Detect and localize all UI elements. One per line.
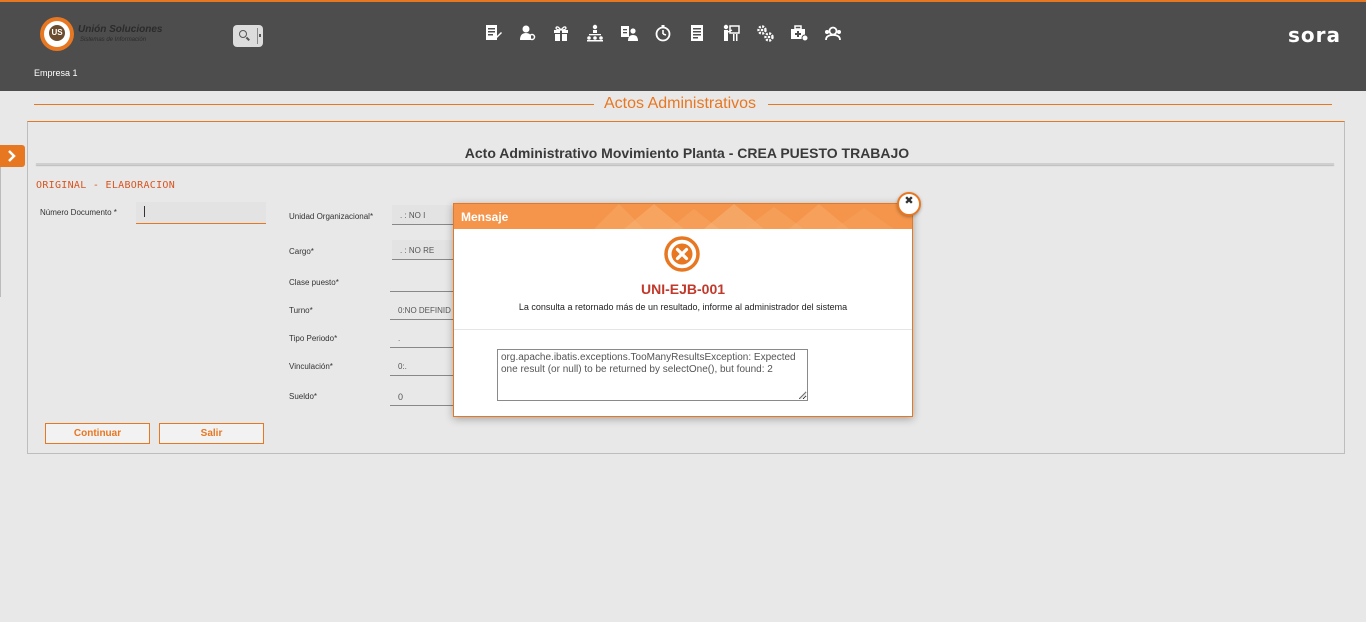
users-group-icon[interactable] [823, 23, 843, 43]
divider [36, 163, 1334, 165]
unidad-organizacional-label: Unidad Organizacional* [289, 212, 374, 221]
logo-subtitle: Sistemas de Información [80, 37, 147, 43]
error-code: UNI-EJB-001 [640, 281, 726, 297]
sidebar-toggle-button[interactable] [0, 145, 25, 167]
phase-label: ORIGINAL - ELABORACION [36, 180, 176, 191]
section-title: Actos Administrativos [34, 95, 1332, 115]
continuar-button[interactable]: Continuar [45, 423, 150, 444]
sueldo-input[interactable]: 0 [390, 386, 454, 406]
top-bar: US Unión Soluciones Sistemas de Informac… [0, 0, 1366, 91]
sueldo-label: Sueldo* [289, 392, 318, 401]
cargo-select[interactable]: . : NO RE [392, 240, 454, 260]
company-name[interactable]: Empresa 1 [34, 68, 78, 78]
numero-documento-label: Número Documento * [40, 208, 117, 217]
divider [768, 104, 1332, 105]
close-dialog-button[interactable]: ✖ [897, 192, 921, 216]
close-icon: ✖ [904, 194, 914, 207]
vinculacion-label: Vinculación* [289, 362, 333, 371]
union-soluciones-logo[interactable]: US Unión Soluciones Sistemas de Informac… [40, 17, 180, 53]
logo-mark: US [49, 25, 65, 41]
error-message: La consulta a retornado más de un result… [518, 302, 848, 312]
header-pattern [594, 204, 894, 229]
medical-case-icon[interactable] [789, 23, 809, 43]
user-id-icon[interactable] [619, 23, 639, 43]
error-detail-text: org.apache.ibatis.exceptions.TooManyResu… [501, 352, 796, 375]
unidad-organizacional-select[interactable]: . : NO I [392, 205, 454, 225]
divider [257, 28, 258, 44]
document-edit-icon[interactable] [483, 23, 503, 43]
dialog-header[interactable]: Mensaje [454, 204, 912, 229]
error-detail-textarea[interactable]: org.apache.ibatis.exceptions.TooManyResu… [497, 349, 808, 401]
dialog-title: Mensaje [461, 210, 509, 224]
cargo-label: Cargo* [289, 247, 314, 256]
resize-grip-icon[interactable] [799, 392, 806, 399]
org-chart-icon[interactable] [585, 23, 605, 43]
turno-select[interactable]: 0:NO DEFINID [390, 300, 454, 320]
gears-icon[interactable] [755, 23, 775, 43]
search-button[interactable] [233, 25, 263, 47]
text-cursor [144, 206, 145, 217]
search-icon [239, 30, 247, 38]
salir-button[interactable]: Salir [159, 423, 264, 444]
form-title: Acto Administrativo Movimiento Planta - … [464, 145, 910, 161]
report-icon[interactable] [687, 23, 707, 43]
section-title-text: Actos Administrativos [604, 95, 757, 112]
chevron-right-icon [8, 150, 16, 162]
user-settings-icon[interactable] [517, 23, 537, 43]
training-icon[interactable] [721, 23, 741, 43]
turno-label: Turno* [289, 306, 313, 315]
sora-brand-logo: sora [1288, 23, 1342, 47]
divider [34, 104, 594, 105]
dropdown-indicator [259, 34, 261, 37]
logo-title: Unión Soluciones [78, 24, 163, 35]
numero-documento-input[interactable] [136, 202, 266, 224]
clase-puesto-select[interactable] [390, 272, 454, 292]
tipo-periodo-label: Tipo Periodo* [289, 334, 338, 343]
divider [454, 329, 912, 330]
clase-puesto-label: Clase puesto* [289, 278, 339, 287]
tipo-periodo-select[interactable]: . [390, 328, 454, 348]
message-dialog: Mensaje UNI-EJB-001 La consulta a retorn… [453, 203, 913, 417]
gift-icon[interactable] [551, 23, 571, 43]
error-icon [664, 236, 700, 272]
vinculacion-select[interactable]: 0:. [390, 356, 454, 376]
module-nav [483, 23, 843, 43]
stopwatch-icon[interactable] [653, 23, 673, 43]
sidebar-edge [0, 167, 1, 297]
